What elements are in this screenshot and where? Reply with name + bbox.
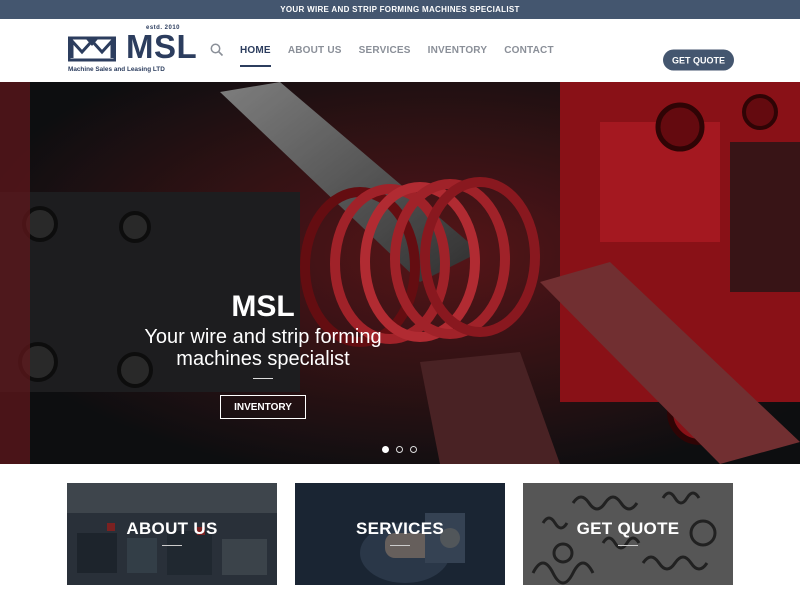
nav-inventory[interactable]: INVENTORY (428, 39, 488, 67)
top-announcement-bar: YOUR WIRE AND STRIP FORMING MACHINES SPE… (0, 0, 800, 19)
card-about-us-label: ABOUT US (126, 519, 218, 538)
nav-home[interactable]: HOME (240, 39, 271, 67)
card-about-us-divider (162, 545, 182, 546)
logo-tagline: Machine Sales and Leasing LTD (68, 66, 165, 73)
hero-subtitle-line-2: machines specialist (176, 348, 350, 370)
hero-background-image (0, 82, 800, 464)
nav-contact[interactable]: CONTACT (504, 39, 554, 67)
site-header: estd. 2010 MSL Machine Sales and Leasing… (0, 19, 800, 82)
card-get-quote-divider (618, 545, 638, 546)
hero-subtitle: Your wire and strip forming machines spe… (120, 326, 406, 370)
announcement-text: YOUR WIRE AND STRIP FORMING MACHINES SPE… (280, 5, 520, 14)
main-navigation: HOME ABOUT US SERVICES INVENTORY CONTACT (240, 39, 571, 67)
get-quote-button[interactable]: GET QUOTE (663, 49, 734, 71)
slider-dot-2[interactable] (396, 446, 403, 453)
hero-subtitle-line-1: Your wire and strip forming (144, 326, 382, 348)
card-services-divider (390, 545, 410, 546)
slider-pagination (382, 446, 417, 453)
hero-title: MSL (231, 290, 295, 323)
site-logo[interactable]: estd. 2010 MSL Machine Sales and Leasing… (68, 25, 198, 79)
logo-emblem-icon (68, 36, 116, 62)
card-services-label: SERVICES (355, 519, 445, 538)
hero-slider: MSL Your wire and strip forming machines… (0, 82, 800, 464)
card-services[interactable]: SERVICES (295, 483, 505, 585)
card-get-quote[interactable]: GET QUOTE (523, 483, 733, 585)
slider-dot-1[interactable] (382, 446, 389, 453)
hero-divider (253, 378, 273, 379)
slider-dot-3[interactable] (410, 446, 417, 453)
search-icon[interactable] (210, 43, 224, 57)
feature-cards: ABOUT US SERVICES GET QUOTE (0, 483, 800, 585)
card-about-us[interactable]: ABOUT US (67, 483, 277, 585)
nav-about-us[interactable]: ABOUT US (288, 39, 342, 67)
logo-wordmark: MSL (126, 28, 198, 65)
nav-services[interactable]: SERVICES (359, 39, 411, 67)
inventory-button[interactable]: INVENTORY (220, 395, 306, 419)
card-get-quote-label: GET QUOTE (576, 519, 680, 538)
